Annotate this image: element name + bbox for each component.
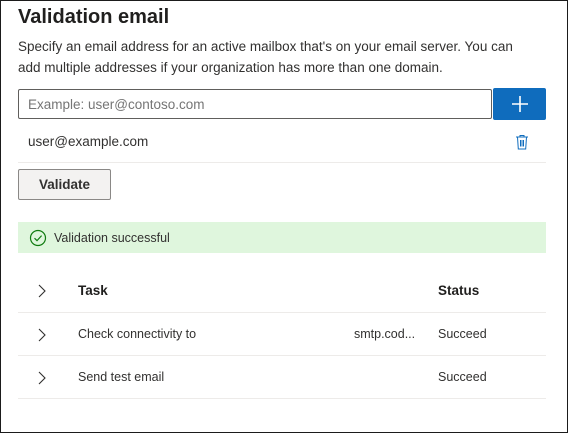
expand-row-button[interactable] (36, 371, 48, 385)
email-list-item: user@example.com (18, 123, 546, 163)
add-email-button[interactable] (493, 88, 546, 120)
tasks-table: Task Status Check connectivity to smtp.c… (18, 269, 546, 399)
validate-button[interactable]: Validate (18, 169, 111, 200)
task-status: Succeed (438, 327, 487, 341)
delete-email-button[interactable] (514, 132, 530, 152)
email-address: user@example.com (28, 134, 149, 149)
column-header-task: Task (78, 283, 108, 298)
task-name: Check connectivity to (78, 327, 197, 341)
task-status: Succeed (438, 370, 487, 384)
expand-row-button[interactable] (36, 328, 48, 342)
status-banner: Validation successful (18, 222, 546, 253)
table-row[interactable]: Send test email Succeed (18, 356, 546, 399)
chevron-right-icon (38, 284, 46, 298)
checkmark-circle-icon (29, 229, 47, 247)
chevron-right-icon (38, 371, 46, 385)
email-input[interactable] (18, 89, 492, 119)
description-text: Specify an email address for an active m… (18, 39, 513, 75)
validation-email-panel: Validation email Specify an email addres… (0, 0, 568, 433)
plus-icon (511, 96, 528, 112)
column-header-status: Status (438, 283, 480, 298)
table-row[interactable]: Check connectivity to smtp.cod... Succee… (18, 313, 546, 356)
task-target: smtp.cod... (354, 327, 416, 341)
task-name: Send test email (78, 370, 165, 384)
chevron-right-icon (38, 328, 46, 342)
table-header: Task Status (18, 269, 546, 313)
page-title: Validation email (18, 6, 170, 28)
status-message: Validation successful (54, 230, 170, 245)
expand-all-button[interactable] (36, 284, 48, 298)
trash-icon (516, 135, 528, 150)
